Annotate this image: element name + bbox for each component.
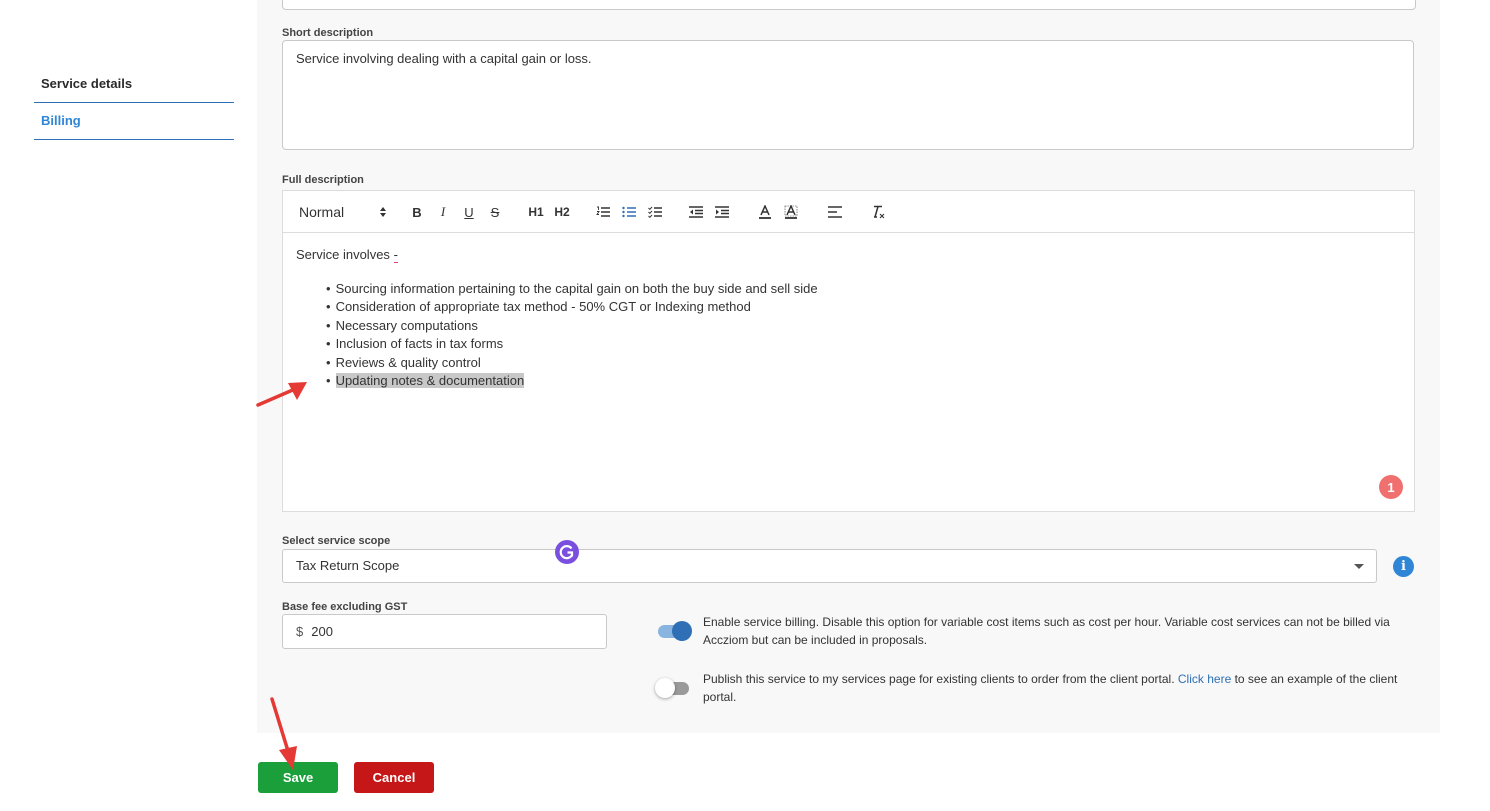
list-item: Sourcing information pertaining to the c…: [326, 280, 1401, 298]
list-item: Reviews & quality control: [326, 354, 1401, 372]
bullet-list: Sourcing information pertaining to the c…: [296, 280, 1401, 390]
underline-button[interactable]: U: [462, 203, 476, 221]
base-fee-value: 200: [311, 624, 333, 639]
editor-intro: Service involves -: [296, 247, 398, 263]
selected-text: Updating notes & documentation: [335, 373, 525, 389]
clear-format-icon[interactable]: [870, 203, 886, 221]
base-fee-label: Base fee excluding GST: [282, 601, 408, 613]
strike-button[interactable]: S: [488, 203, 502, 221]
billing-toggle-text: Enable service billing. Disable this opt…: [703, 615, 1390, 647]
previous-field-input[interactable]: [282, 0, 1416, 10]
billing-toggle[interactable]: [656, 621, 692, 641]
align-icon[interactable]: [827, 203, 843, 221]
toggle-knob: [655, 678, 675, 698]
info-icon[interactable]: i: [1393, 556, 1414, 577]
service-scope-label: Select service scope: [282, 535, 391, 547]
indent-icon[interactable]: [714, 203, 730, 221]
background-color-icon[interactable]: [783, 203, 799, 221]
italic-button[interactable]: I: [436, 203, 450, 221]
nav-item-service-details[interactable]: Service details: [34, 66, 234, 103]
bold-button[interactable]: B: [410, 203, 424, 221]
list-item: Updating notes & documentation: [326, 372, 1401, 390]
format-select[interactable]: Normal: [299, 203, 387, 221]
ordered-list-icon[interactable]: [595, 203, 611, 221]
spelling-flag: -: [393, 247, 398, 263]
editor-toolbar: Normal B I U S H1 H2: [283, 191, 1414, 233]
heading2-button[interactable]: H2: [553, 203, 571, 221]
currency-symbol: $: [296, 624, 304, 639]
chevron-down-icon: [1354, 564, 1364, 569]
rich-text-editor: Normal B I U S H1 H2 Service involves - …: [282, 190, 1415, 512]
short-description-textarea[interactable]: Service involving dealing with a capital…: [282, 40, 1414, 150]
bullet-list-icon[interactable]: [621, 203, 637, 221]
list-item: Consideration of appropriate tax method …: [326, 298, 1401, 316]
nav-item-billing[interactable]: Billing: [34, 103, 234, 140]
annotation-arrow-icon: [256, 382, 307, 407]
text-color-icon[interactable]: [757, 203, 773, 221]
outdent-icon[interactable]: [688, 203, 704, 221]
notification-badge[interactable]: 1: [1379, 475, 1403, 499]
list-item: Necessary computations: [326, 317, 1401, 335]
checklist-icon[interactable]: [647, 203, 663, 221]
cancel-button[interactable]: Cancel: [354, 762, 434, 793]
service-scope-value: Tax Return Scope: [296, 558, 400, 573]
format-select-label: Normal: [299, 204, 345, 220]
publish-toggle-text: Publish this service to my services page…: [703, 672, 1398, 704]
short-description-label: Short description: [282, 27, 374, 39]
grammarly-icon[interactable]: [555, 540, 579, 564]
service-scope-select[interactable]: Tax Return Scope: [282, 549, 1377, 583]
full-description-label: Full description: [282, 174, 364, 186]
updown-caret-icon: [380, 207, 386, 217]
editor-content[interactable]: Service involves - Sourcing information …: [283, 233, 1414, 404]
publish-toggle[interactable]: [655, 678, 691, 698]
section-nav: Service details Billing: [34, 66, 234, 140]
heading1-button[interactable]: H1: [527, 203, 545, 221]
toggle-knob: [672, 621, 692, 641]
client-portal-link[interactable]: Click here: [1178, 672, 1231, 686]
base-fee-input[interactable]: $ 200: [282, 614, 607, 649]
annotation-arrow-icon: [270, 697, 297, 770]
list-item: Inclusion of facts in tax forms: [326, 335, 1401, 353]
